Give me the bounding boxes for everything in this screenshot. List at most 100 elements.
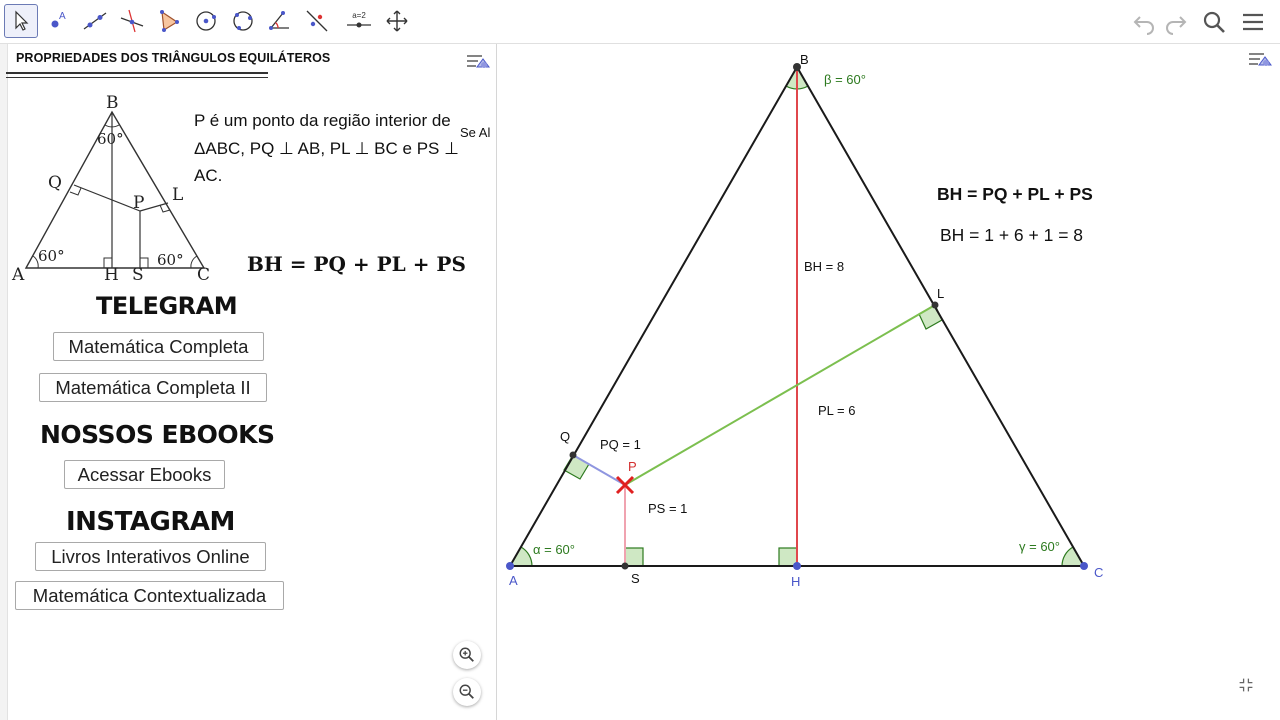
- figure-label-h: H: [104, 265, 119, 283]
- svg-text:A: A: [59, 11, 66, 22]
- canvas-formula-values: BH = 1 + 6 + 1 = 8: [940, 225, 1083, 245]
- ebooks-heading: NOSSOS EBOOKS: [40, 420, 275, 449]
- figure-label-l: L: [172, 185, 183, 205]
- angle-alpha-label: α = 60°: [533, 542, 575, 557]
- label-h: H: [791, 574, 800, 589]
- redo-icon: [1166, 16, 1187, 35]
- telegram-heading: TELEGRAM: [96, 292, 238, 320]
- line-icon: [83, 12, 107, 30]
- point-l[interactable]: [931, 301, 939, 309]
- zoom-in-icon: [459, 647, 474, 662]
- figure-label-s: S: [132, 265, 144, 283]
- angle-gamma-label: γ = 60°: [1019, 539, 1060, 554]
- reflect-tool-button[interactable]: [300, 4, 334, 38]
- reflect-line-icon: [306, 10, 328, 32]
- truncated-text: Se Al: [460, 125, 491, 140]
- point-a[interactable]: [506, 562, 514, 570]
- point-c[interactable]: [1080, 562, 1088, 570]
- figure-label-b: B: [106, 93, 119, 113]
- circle-three-points-icon: [233, 11, 253, 31]
- slider-label: a=2: [352, 11, 366, 20]
- label-a: A: [509, 573, 518, 588]
- point-icon: A: [51, 11, 66, 28]
- panel-title: PROPRIEDADES DOS TRIÂNGULOS EQUILÁTEROS: [16, 51, 331, 65]
- redo-button[interactable]: [1162, 8, 1190, 36]
- zoom-in-button[interactable]: [453, 641, 481, 669]
- move-view-icon: [386, 10, 408, 32]
- reference-triangle-figure: B A C Q P L H S 60° 60° 60°: [11, 93, 210, 283]
- figure-angle-right: 60°: [157, 251, 184, 269]
- livros-interativos-online-button[interactable]: Livros Interativos Online: [35, 542, 266, 571]
- zoom-out-button[interactable]: [453, 678, 481, 706]
- perpendicular-line-icon: [120, 9, 144, 33]
- toolbar: A a=2: [0, 0, 1280, 44]
- polygon-icon: [160, 10, 179, 32]
- undo-icon: [1133, 16, 1154, 35]
- label-c: C: [1094, 565, 1103, 580]
- instagram-heading: INSTAGRAM: [66, 507, 235, 537]
- left-style-bar-toggle[interactable]: [462, 47, 492, 77]
- search-button[interactable]: [1200, 8, 1228, 36]
- label-p: P: [628, 459, 637, 474]
- line-tool-button[interactable]: [78, 4, 112, 38]
- matematica-completa-button[interactable]: Matemática Completa: [53, 332, 264, 361]
- angle-gamma-marker: [1061, 546, 1086, 567]
- point-s[interactable]: [621, 562, 629, 570]
- label-b: B: [800, 52, 809, 67]
- pq-value-label: PQ = 1: [600, 437, 641, 452]
- circle-center-tool-button[interactable]: [189, 4, 223, 38]
- title-rule-thin: [6, 77, 268, 78]
- zoom-out-icon: [459, 684, 474, 699]
- right-angle-s-marker: [624, 547, 644, 567]
- label-l: L: [937, 286, 944, 301]
- point-q[interactable]: [569, 451, 577, 459]
- figure-label-p: P: [133, 193, 144, 213]
- slider-tool-button[interactable]: a=2: [341, 4, 377, 38]
- figure-label-q: Q: [48, 173, 62, 193]
- matematica-completa-ii-button[interactable]: Matemática Completa II: [39, 373, 267, 402]
- style-bar-icon: [467, 55, 490, 68]
- search-icon: [1203, 11, 1225, 33]
- angle-icon: [269, 11, 289, 30]
- point-h[interactable]: [793, 562, 801, 570]
- right-style-bar-toggle[interactable]: [1246, 47, 1276, 77]
- problem-description: P é um ponto da região interior de ΔABC,…: [194, 111, 459, 185]
- bh-value-label: BH = 8: [804, 259, 844, 274]
- circle-center-icon: [196, 11, 216, 31]
- perpendicular-line-tool-button[interactable]: [115, 4, 149, 38]
- figure-label-c: C: [197, 265, 210, 283]
- style-bar-icon: [1249, 53, 1272, 66]
- main-menu-button[interactable]: [1239, 8, 1267, 36]
- angle-alpha-marker: [508, 546, 533, 567]
- title-rule-thick: [6, 72, 268, 74]
- figure-angle-top: 60°: [97, 130, 124, 148]
- move-tool-button[interactable]: [4, 4, 38, 38]
- undo-button[interactable]: [1130, 8, 1158, 36]
- hamburger-menu-icon: [1243, 13, 1263, 31]
- pl-segment[interactable]: [624, 304, 936, 486]
- exit-fullscreen-icon: [1239, 678, 1253, 692]
- figure-angle-left: 60°: [38, 247, 65, 265]
- left-panel: PROPRIEDADES DOS TRIÂNGULOS EQUILÁTEROS …: [0, 44, 497, 720]
- slider-icon: a=2: [347, 11, 371, 28]
- circle-three-points-tool-button[interactable]: [226, 4, 260, 38]
- acessar-ebooks-button[interactable]: Acessar Ebooks: [64, 460, 225, 489]
- matematica-contextualizada-button[interactable]: Matemática Contextualizada: [15, 581, 284, 610]
- angle-tool-button[interactable]: [263, 4, 297, 38]
- geometry-construction[interactable]: A B C H Q L P S α = 60° β = 60° γ = 60° …: [502, 44, 1280, 720]
- point-tool-button[interactable]: A: [41, 4, 75, 38]
- figure-label-a: A: [11, 265, 25, 283]
- label-q: Q: [560, 429, 570, 444]
- geogebra-app: A a=2 PROPRIEDADES DOS TRIÂNGULOS EQUILÁ…: [0, 0, 1280, 720]
- graphics-view[interactable]: A B C H Q L P S α = 60° β = 60° γ = 60° …: [502, 44, 1280, 720]
- exit-fullscreen-button[interactable]: [1238, 677, 1264, 703]
- canvas-formula-bold: BH = PQ + PL + PS: [937, 184, 1093, 204]
- polygon-tool-button[interactable]: [152, 4, 186, 38]
- label-s: S: [631, 571, 640, 586]
- move-graphics-view-tool-button[interactable]: [380, 4, 414, 38]
- cursor-arrow-icon: [15, 10, 29, 31]
- ps-value-label: PS = 1: [648, 501, 687, 516]
- angle-beta-label: β = 60°: [824, 72, 866, 87]
- panel-formula: BH = PQ + PL + PS: [247, 252, 466, 276]
- pl-value-label: PL = 6: [818, 403, 855, 418]
